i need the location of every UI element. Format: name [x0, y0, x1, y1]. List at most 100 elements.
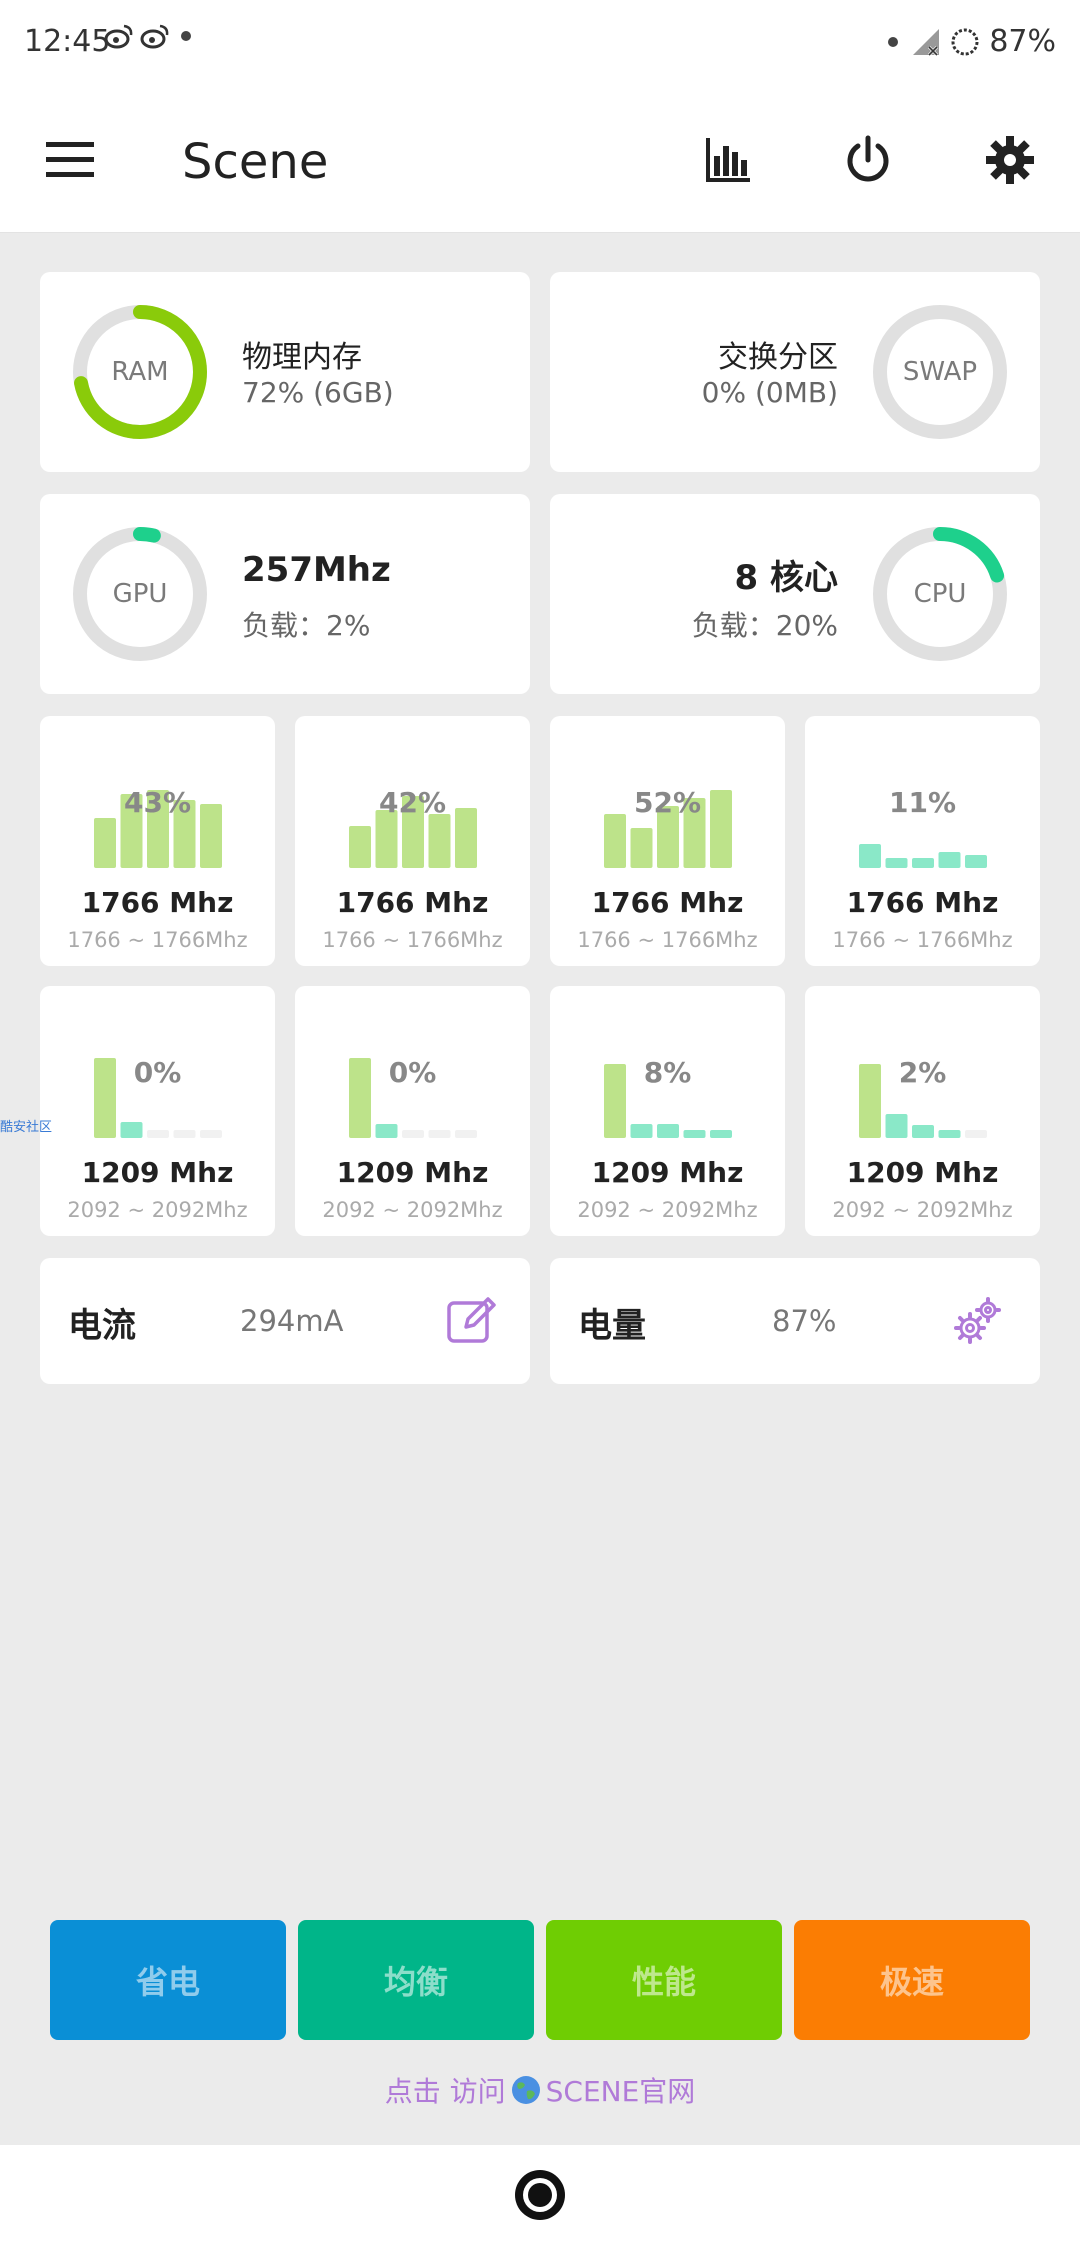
- ram-gauge-label: RAM: [111, 357, 169, 387]
- core-frequency-range: 1766 ~ 1766Mhz: [577, 928, 758, 952]
- core-frequency: 1766 Mhz: [591, 886, 744, 919]
- cpu-core-card[interactable]: 43% 1766 Mhz 1766 ~ 1766Mhz: [40, 716, 275, 966]
- core-load-bar: [965, 855, 987, 868]
- core-load-bar: [885, 1114, 908, 1138]
- core-load-bar: [938, 852, 961, 868]
- navigation-bar: [0, 2145, 1080, 2248]
- core-frequency: 1766 Mhz: [846, 886, 999, 919]
- core-load-bar: [630, 1124, 653, 1138]
- cpu-cores: 8 核心: [734, 558, 839, 598]
- core-load-bar: [94, 818, 116, 868]
- core-load-bar: [375, 1124, 398, 1138]
- visit-website-link[interactable]: 点击 访问 SCENE官网: [0, 2070, 1080, 2110]
- settings-gears-icon[interactable]: [950, 1294, 1004, 1348]
- core-frequency-range: 2092 ~ 2092Mhz: [832, 1198, 1013, 1222]
- status-left-icons: [104, 22, 196, 50]
- cpu-core-card[interactable]: 0% 1209 Mhz 2092 ~ 2092Mhz: [295, 986, 530, 1236]
- core-frequency-range: 1766 ~ 1766Mhz: [832, 928, 1013, 952]
- weibo-icon: [104, 24, 133, 49]
- current-value: 294mA: [240, 1304, 344, 1338]
- visit-link-text: SCENE官网: [545, 2075, 696, 2108]
- core-load-percent: 0%: [133, 1056, 182, 1089]
- cpu-core-card[interactable]: 11% 1766 Mhz 1766 ~ 1766Mhz: [805, 716, 1040, 966]
- core-load-percent: 0%: [388, 1056, 437, 1089]
- core-load-percent: 2%: [898, 1056, 947, 1089]
- visit-prefix: 点击 访问: [384, 2075, 506, 2108]
- core-frequency: 1766 Mhz: [336, 886, 489, 919]
- side-label[interactable]: 酷安社区: [0, 1116, 52, 1135]
- performance-button[interactable]: 性能: [546, 1920, 782, 2040]
- cpu-gauge: CPU: [872, 526, 1008, 662]
- home-button-icon[interactable]: [512, 2167, 568, 2223]
- cpu-core-card[interactable]: 0% 1209 Mhz 2092 ~ 2092Mhz: [40, 986, 275, 1236]
- core-load-bar: [455, 1130, 477, 1138]
- core-load-bar: [428, 1130, 451, 1138]
- core-load-bar: [120, 1122, 143, 1138]
- core-frequency-range: 2092 ~ 2092Mhz: [67, 1198, 248, 1222]
- core-load-bar: [173, 1130, 196, 1138]
- chart-icon[interactable]: [700, 132, 756, 188]
- core-load-bar: [912, 1125, 934, 1138]
- core-load-bar: [630, 828, 653, 868]
- swap-detail: 0% (0MB): [701, 376, 838, 409]
- battery-ring-icon: [951, 28, 979, 55]
- power-icon[interactable]: [840, 132, 896, 188]
- balanced-button[interactable]: 均衡: [298, 1920, 534, 2040]
- core-load-percent: 42%: [378, 786, 447, 819]
- cpu-gauge-label: CPU: [913, 579, 967, 609]
- core-frequency-range: 2092 ~ 2092Mhz: [322, 1198, 503, 1222]
- status-battery-text: 87%: [989, 24, 1056, 59]
- core-load-bar: [428, 814, 451, 868]
- core-frequency-range: 1766 ~ 1766Mhz: [322, 928, 503, 952]
- core-load-bar: [200, 1130, 222, 1138]
- cpu-core-card[interactable]: 52% 1766 Mhz 1766 ~ 1766Mhz: [550, 716, 785, 966]
- ram-card[interactable]: RAM 物理内存 72% (6GB): [40, 272, 530, 472]
- battery-label: 电量: [578, 1306, 646, 1346]
- core-load-percent: 52%: [633, 786, 702, 819]
- signal-icon: [913, 28, 940, 56]
- current-label: 电流: [68, 1306, 136, 1346]
- core-load-bar: [657, 1124, 679, 1138]
- core-frequency: 1766 Mhz: [81, 886, 234, 919]
- core-load-bar: [604, 814, 626, 868]
- menu-icon[interactable]: [44, 138, 96, 182]
- weibo-icon: [140, 24, 169, 49]
- gpu-gauge-label: GPU: [112, 579, 168, 609]
- ram-gauge: RAM: [72, 304, 208, 440]
- battery-card[interactable]: 电量 87%: [550, 1258, 1040, 1384]
- cpu-load: 负载：20%: [691, 609, 838, 642]
- globe-icon: [511, 2076, 540, 2104]
- gpu-load: 负载：2%: [242, 609, 371, 642]
- core-load-bar: [683, 1130, 706, 1138]
- cpu-core-card[interactable]: 42% 1766 Mhz 1766 ~ 1766Mhz: [295, 716, 530, 966]
- swap-card[interactable]: 交换分区 0% (0MB) SWAP: [550, 272, 1040, 472]
- core-load-bar: [402, 1130, 424, 1138]
- core-load-bar: [965, 1130, 987, 1138]
- cpu-card[interactable]: 8 核心 负载：20% CPU: [550, 494, 1040, 694]
- core-load-bar: [938, 1130, 961, 1138]
- gear-icon[interactable]: [982, 132, 1038, 188]
- gpu-card[interactable]: GPU 257Mhz 负载：2%: [40, 494, 530, 694]
- ram-detail: 72% (6GB): [242, 376, 394, 409]
- core-frequency: 1209 Mhz: [81, 1156, 234, 1189]
- app-bar: Scene: [0, 88, 1080, 233]
- gpu-frequency: 257Mhz: [242, 550, 391, 590]
- core-load-bar: [710, 1130, 732, 1138]
- gpu-gauge: GPU: [72, 526, 208, 662]
- power-save-button[interactable]: 省电: [50, 1920, 286, 2040]
- edit-icon[interactable]: [444, 1294, 498, 1348]
- status-time: 12:45: [24, 24, 111, 59]
- ram-title: 物理内存: [242, 340, 362, 375]
- core-load-bar: [885, 858, 908, 868]
- core-load-percent: 11%: [888, 786, 957, 819]
- cpu-core-card[interactable]: 8% 1209 Mhz 2092 ~ 2092Mhz: [550, 986, 785, 1236]
- core-frequency-range: 1766 ~ 1766Mhz: [67, 928, 248, 952]
- turbo-button[interactable]: 极速: [794, 1920, 1030, 2040]
- cpu-core-card[interactable]: 2% 1209 Mhz 2092 ~ 2092Mhz: [805, 986, 1040, 1236]
- core-load-bar: [912, 858, 934, 868]
- app-title: Scene: [182, 134, 329, 190]
- core-load-percent: 8%: [643, 1056, 692, 1089]
- current-card[interactable]: 电流 294mA: [40, 1258, 530, 1384]
- core-frequency: 1209 Mhz: [591, 1156, 744, 1189]
- status-right-icons: 87%: [883, 24, 1056, 59]
